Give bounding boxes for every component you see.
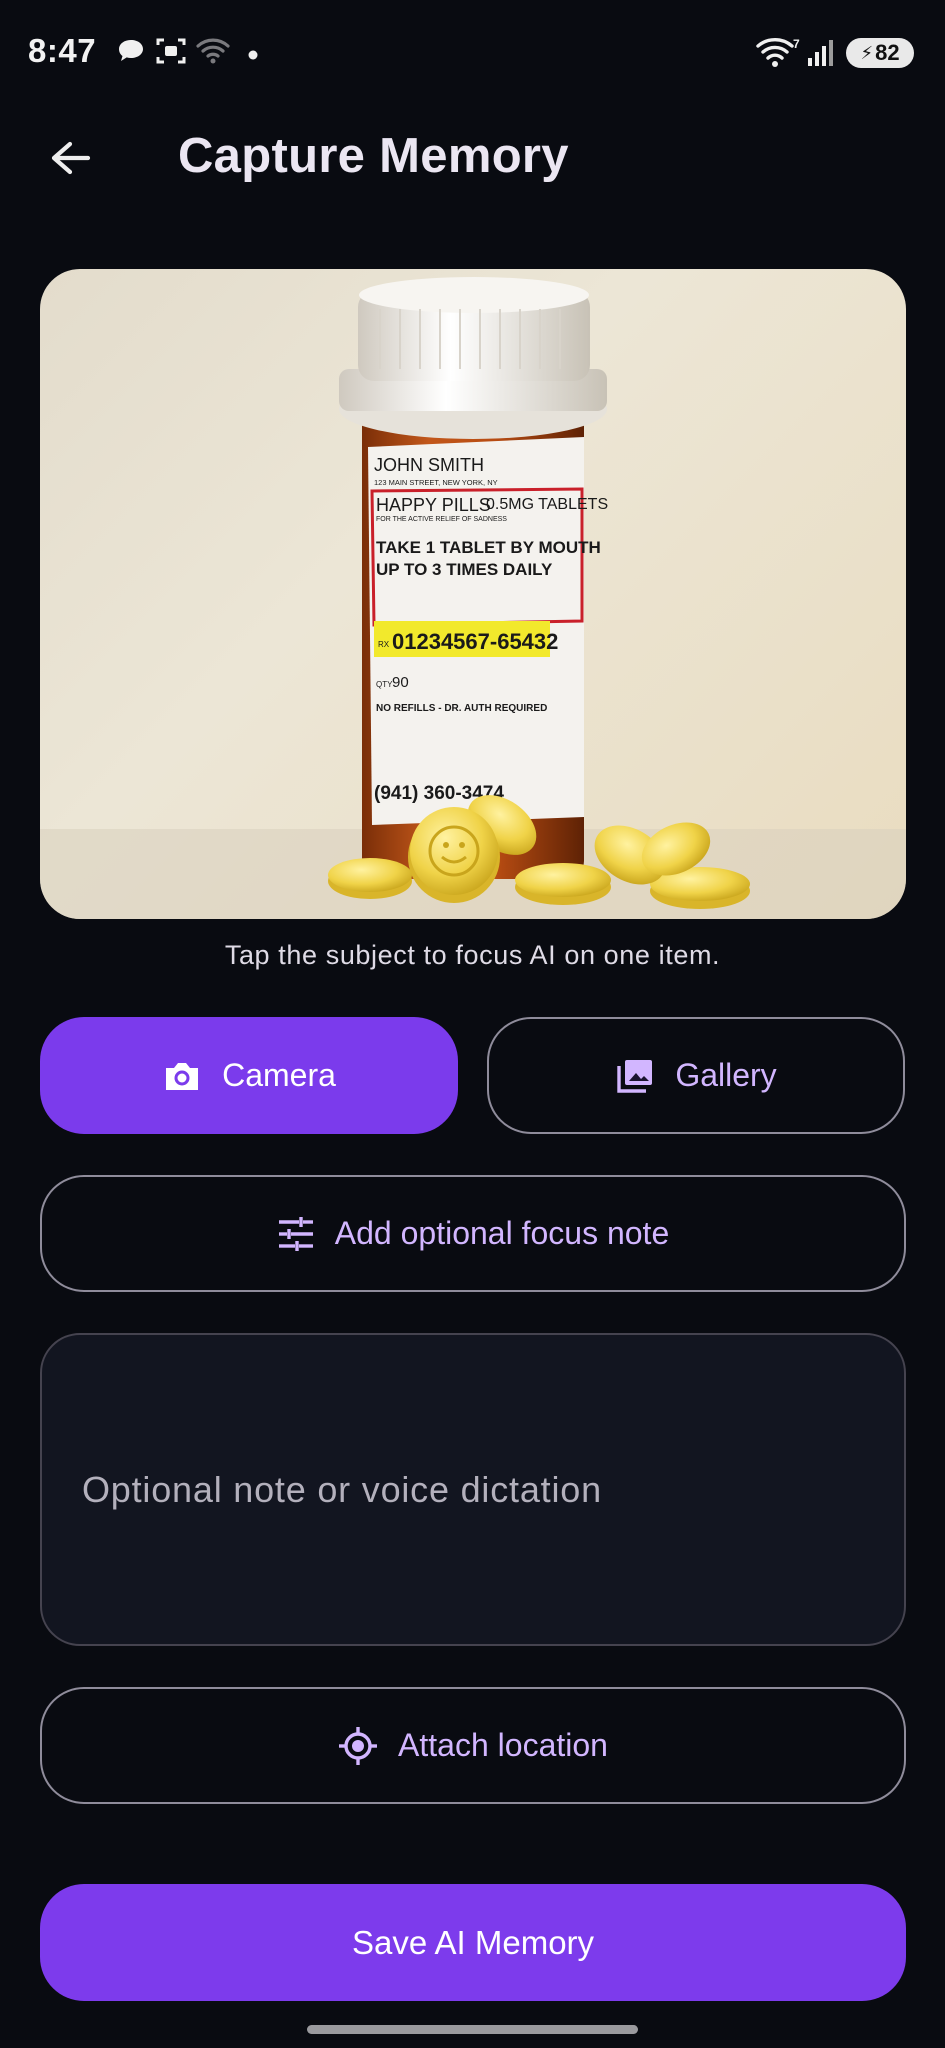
label-refills: NO REFILLS - DR. AUTH REQUIRED [376,703,547,714]
label-name: JOHN SMITH [374,455,484,475]
back-button[interactable] [40,136,100,184]
gallery-icon [615,1057,655,1095]
note-input-placeholder: Optional note or voice dictation [82,1469,602,1510]
dot-icon [248,47,258,65]
label-qty-prefix: QTY [376,680,393,689]
captured-photo[interactable]: JOHN SMITH 123 MAIN STREET, NEW YORK, NY… [40,269,906,919]
label-qty: 90 [392,674,409,691]
add-focus-note-label: Add optional focus note [334,1215,670,1251]
page-title: Capture Memory [178,129,569,183]
label-address: 123 MAIN STREET, NEW YORK, NY [374,478,498,487]
label-purpose: FOR THE ACTIVE RELIEF OF SADNESS [376,516,507,523]
battery-icon: ⚡ 82 [846,38,914,68]
label-drug: HAPPY PILLS [376,495,491,515]
label-directions-2: UP TO 3 TIMES DAILY [376,560,553,579]
arrow-left-icon [48,140,92,181]
note-input[interactable]: Optional note or voice dictation [40,1333,906,1646]
save-ai-memory-label: Save AI Memory [351,1923,595,1961]
status-time: 8:47 [28,32,97,69]
chat-bubble-icon [116,36,146,71]
add-focus-note-button[interactable]: Add optional focus note [40,1175,906,1292]
label-rx-prefix: RX [378,640,390,649]
save-ai-memory-button[interactable]: Save AI Memory [40,1884,906,2001]
label-rx-number: 01234567-65432 [392,629,558,654]
home-indicator[interactable] [307,2025,638,2034]
screenshot-icon [155,36,187,71]
gallery-button-label: Gallery [675,1057,777,1093]
camera-icon [162,1058,202,1094]
gallery-button[interactable]: Gallery [487,1017,905,1134]
signal-icon [806,38,836,73]
label-dose: 0.5MG TABLETS [486,496,608,513]
label-directions-1: TAKE 1 TABLET BY MOUTH [376,538,601,557]
camera-button-label: Camera [222,1057,336,1093]
svg-text:7: 7 [793,37,800,51]
location-target-icon [338,1726,378,1766]
attach-location-button[interactable]: Attach location [40,1687,906,1804]
camera-button[interactable]: Camera [40,1017,458,1134]
attach-location-label: Attach location [398,1727,608,1763]
battery-level: 82 [875,40,900,65]
tune-sliders-icon [277,1216,315,1252]
wifi-icon: 7 [756,36,800,73]
wifi-off-icon [196,36,230,71]
status-bar: 8:47 7 ⚡ 82 [0,0,945,108]
photo-hint-text: Tap the subject to focus AI on one item. [224,940,721,970]
